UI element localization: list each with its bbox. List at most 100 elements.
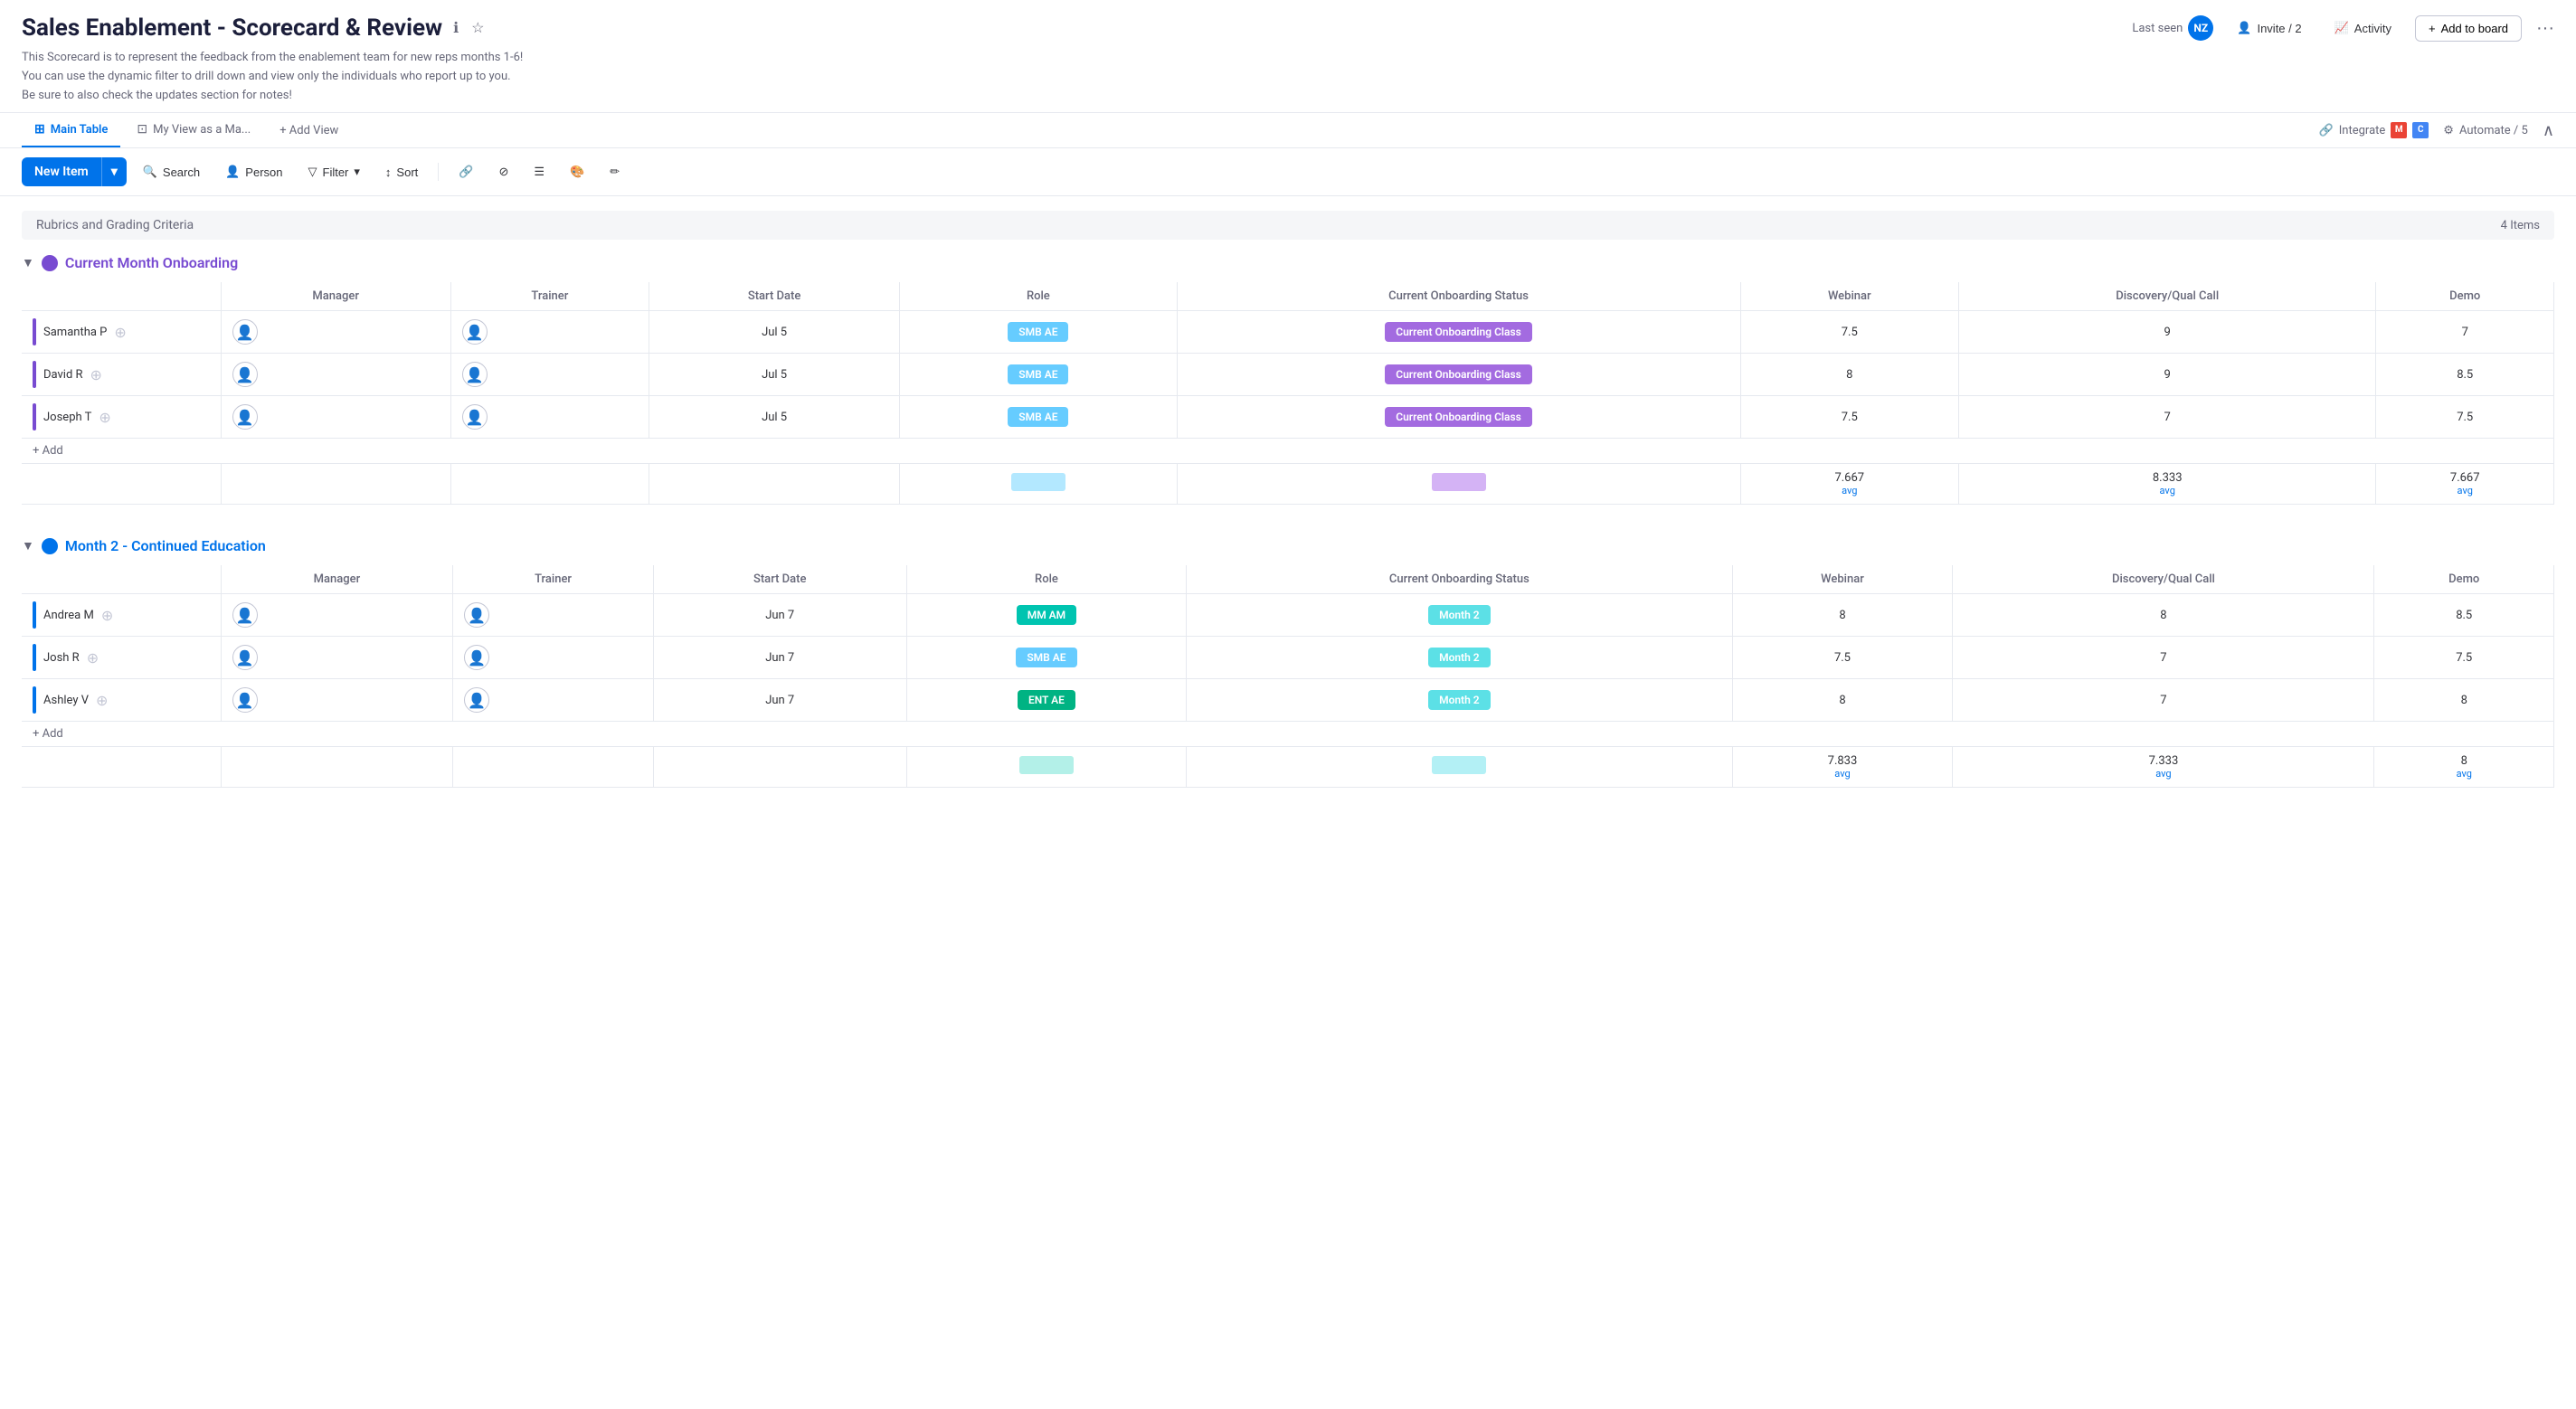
add-row-icon[interactable]: ⊕ [90,366,102,383]
group2-name: Month 2 - Continued Education [65,537,266,554]
manager-person-icon[interactable]: 👤 [232,602,258,628]
role-badge: SMB AE [1008,322,1068,342]
discovery-avg: 8.333 [2153,471,2183,485]
search-button[interactable]: 🔍 Search [134,159,209,184]
tab-main-table[interactable]: ⊞ Main Table [22,113,120,147]
new-item-button[interactable]: New Item ▾ [22,157,127,186]
info-icon[interactable]: ℹ [451,17,460,39]
formula-icon-btn[interactable]: ✏ [601,159,629,184]
collapse-button[interactable]: ∧ [2543,121,2554,140]
more-options-button[interactable]: ··· [2536,18,2554,39]
role-avg-swatch [1011,473,1065,491]
gmail-icon: M [2391,122,2407,138]
col-webinar: Webinar [1740,282,1958,311]
search-icon: 🔍 [143,165,157,179]
table-row: Joseph T ⊕ 👤 👤 Jul 5 SMB AE Current Onbo… [22,396,2554,439]
group1-color-dot [42,255,58,271]
manager-person-icon[interactable]: 👤 [232,319,258,345]
row-color-bar [33,403,36,430]
toolbar: New Item ▾ 🔍 Search 👤 Person ▽ Filter ▾ … [0,148,2576,196]
row-name: Ashley V [43,694,89,707]
status-badge: Current Onboarding Class [1385,407,1532,427]
col-demo: Demo [2374,565,2554,594]
avg-row: 7.667 avg 8.333 avg 7.667 avg [22,464,2554,505]
demo-avg: 8 [2461,754,2467,768]
add-row[interactable]: + Add [22,722,2554,747]
manager-person-icon[interactable]: 👤 [232,404,258,430]
demo-avg: 7.667 [2450,471,2480,485]
star-icon[interactable]: ☆ [469,17,486,39]
trainer-person-icon[interactable]: 👤 [464,687,489,713]
activity-button[interactable]: 📈 Activity [2325,15,2401,41]
add-row-icon[interactable]: ⊕ [96,692,108,709]
row-name: Samantha P [43,326,107,339]
sort-button[interactable]: ↕ Sort [376,160,427,184]
automate-icon: ⚙ [2443,124,2454,137]
table-row: Samantha P ⊕ 👤 👤 Jul 5 SMB AE Current On… [22,311,2554,354]
row-color-bar [33,686,36,714]
col-trainer: Trainer [453,565,653,594]
status-badge: Month 2 [1428,648,1491,667]
row-height-icon-btn[interactable]: ☰ [525,159,554,184]
grid-icon: ⊡ [137,122,147,137]
col-role: Role [906,565,1186,594]
row-color-bar [33,318,36,345]
group2-toggle[interactable]: ▼ [22,538,34,553]
table-row: Josh R ⊕ 👤 👤 Jun 7 SMB AE Month 2 7.5 7 [22,637,2554,679]
role-badge: SMB AE [1008,407,1068,427]
automate-button[interactable]: ⚙ Automate / 5 [2443,124,2528,137]
hide-icon-btn[interactable]: ⊘ [489,159,517,184]
col-name [22,282,221,311]
filter-button[interactable]: ▽ Filter ▾ [299,159,369,184]
tab-my-view[interactable]: ⊡ My View as a Ma... [124,113,263,147]
group-month2: ▼ Month 2 - Continued Education Manager … [22,534,2554,788]
col-trainer: Trainer [450,282,649,311]
trainer-person-icon[interactable]: 👤 [462,319,488,345]
role-badge: ENT AE [1018,690,1075,710]
row-color-bar [33,361,36,388]
plus-icon: + [2429,22,2436,35]
toolbar-separator [438,163,439,181]
person-icon: 👤 [225,165,240,179]
role-avg-swatch [1019,756,1074,774]
page-subtitle: This Scorecard is to represent the feedb… [22,49,2554,105]
add-row[interactable]: + Add [22,439,2554,464]
add-row-icon[interactable]: ⊕ [114,324,126,341]
status-avg-swatch [1432,473,1486,491]
role-badge: SMB AE [1016,648,1076,667]
filter-dropdown-icon: ▾ [354,165,360,179]
group1-toggle[interactable]: ▼ [22,255,34,270]
table-row: David R ⊕ 👤 👤 Jul 5 SMB AE Current Onboa… [22,354,2554,396]
trainer-person-icon[interactable]: 👤 [464,645,489,670]
group2-color-dot [42,538,58,554]
tabs-bar: ⊞ Main Table ⊡ My View as a Ma... + Add … [0,113,2576,148]
tabs-right-actions: 🔗 Integrate M C ⚙ Automate / 5 ∧ [2319,121,2554,140]
manager-person-icon[interactable]: 👤 [232,687,258,713]
invite-button[interactable]: 👤 Invite / 2 [2228,15,2310,41]
group1-table: Manager Trainer Start Date Role Current … [22,282,2554,505]
color-icon-btn[interactable]: 🎨 [561,159,593,184]
webinar-avg: 7.667 [1834,471,1864,485]
integrate-button[interactable]: 🔗 Integrate M C [2319,122,2429,138]
person-button[interactable]: 👤 Person [216,159,291,184]
new-item-dropdown-arrow[interactable]: ▾ [101,157,127,186]
add-row-icon[interactable]: ⊕ [99,409,110,426]
link-icon: 🔗 [2319,124,2334,137]
trainer-person-icon[interactable]: 👤 [464,602,489,628]
add-row-icon[interactable]: ⊕ [87,649,99,667]
trainer-person-icon[interactable]: 👤 [462,404,488,430]
sort-icon: ↕ [385,165,392,179]
col-manager: Manager [221,282,450,311]
add-to-board-button[interactable]: + Add to board [2415,15,2522,42]
add-row-icon[interactable]: ⊕ [101,607,113,624]
add-view-button[interactable]: + Add View [267,115,351,147]
col-manager: Manager [221,565,453,594]
trainer-person-icon[interactable]: 👤 [462,362,488,387]
manager-person-icon[interactable]: 👤 [232,645,258,670]
manager-person-icon[interactable]: 👤 [232,362,258,387]
status-badge: Month 2 [1428,690,1491,710]
col-discovery: Discovery/Qual Call [1958,282,2375,311]
col-start-date: Start Date [653,565,906,594]
link-icon-btn[interactable]: 🔗 [450,159,482,184]
col-demo: Demo [2376,282,2554,311]
